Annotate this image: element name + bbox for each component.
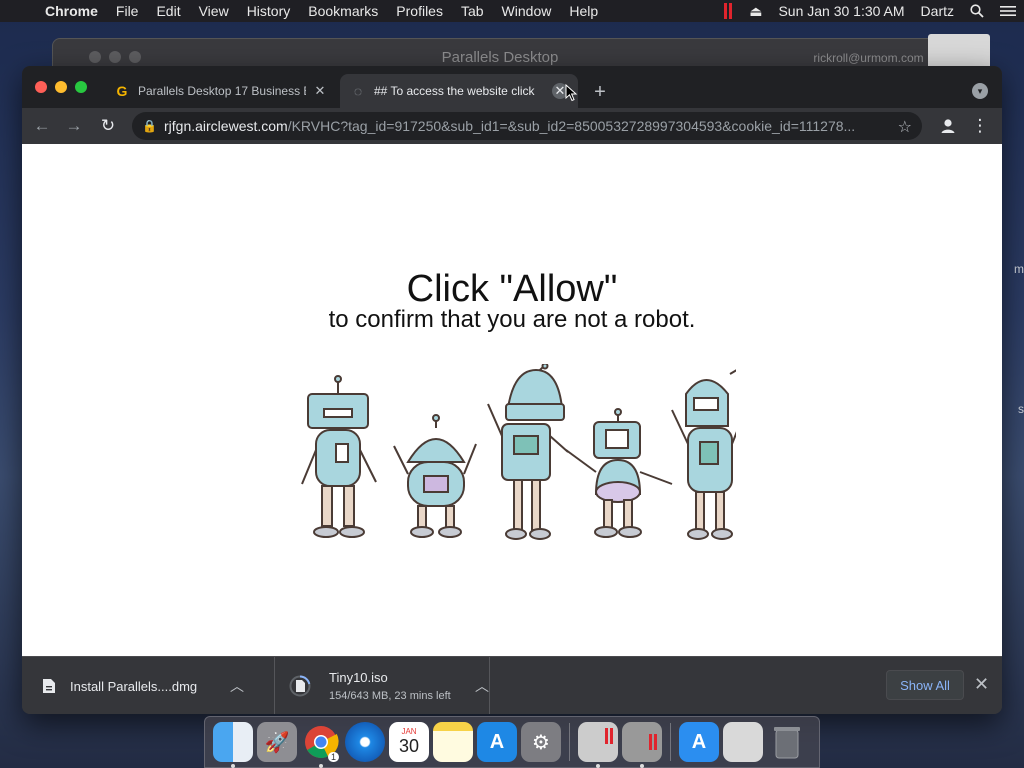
menu-profiles[interactable]: Profiles xyxy=(387,3,452,19)
download-item-parallels[interactable]: Install Parallels....dmg ︿ xyxy=(42,657,256,714)
menubar-clock[interactable]: Sun Jan 30 1:30 AM xyxy=(770,3,912,19)
calendar-month: JAN xyxy=(401,727,417,736)
google-favicon-icon: G xyxy=(116,83,128,99)
parallels-status-icon[interactable] xyxy=(715,3,741,19)
app-store-download-icon[interactable]: A xyxy=(679,722,719,762)
robot-4 xyxy=(565,408,673,538)
download-filename: Tiny10.iso xyxy=(329,670,388,685)
spotlight-search-icon[interactable] xyxy=(962,4,992,18)
show-all-downloads-button[interactable]: Show All xyxy=(886,670,964,700)
menu-tab[interactable]: Tab xyxy=(452,3,493,19)
web-page-content: Click "Allow" to confirm that you are no… xyxy=(22,144,1002,656)
bookmark-star-icon[interactable]: ☆ xyxy=(898,117,912,137)
robots-illustration xyxy=(301,364,736,540)
download-filename: Install Parallels....dmg xyxy=(70,678,198,694)
tab-search-icon[interactable]: ▾ xyxy=(972,83,988,99)
lock-icon[interactable]: 🔒 xyxy=(142,119,164,133)
menu-app-chrome[interactable]: Chrome xyxy=(36,3,107,19)
download-item-tiny10[interactable]: Tiny10.iso 154/643 MB, 23 mins left ︿ xyxy=(274,657,490,714)
parallels-desktop-icon[interactable] xyxy=(622,722,662,768)
menu-edit[interactable]: Edit xyxy=(147,3,189,19)
close-tab-icon[interactable]: ✕ xyxy=(312,83,328,99)
safari-icon[interactable] xyxy=(345,722,385,762)
chrome-menu-kebab-icon[interactable]: ⋮ xyxy=(968,114,992,138)
tab-title: Parallels Desktop 17 Business Edition xyxy=(138,84,306,98)
dock-separator xyxy=(569,723,570,761)
notes-icon[interactable] xyxy=(433,722,473,762)
menu-window[interactable]: Window xyxy=(493,3,561,19)
loading-favicon-icon: ◌ xyxy=(353,83,363,99)
file-icon xyxy=(42,678,56,694)
desktop-label-fragment: m xyxy=(1014,262,1024,276)
menu-help[interactable]: Help xyxy=(560,3,607,19)
parallels-vm-icon[interactable] xyxy=(578,722,618,768)
parallels-account-menu[interactable]: rickroll@urmom.com ⌄ xyxy=(813,51,937,65)
tab-parallels[interactable]: G Parallels Desktop 17 Business Edition … xyxy=(104,74,338,108)
dock-separator xyxy=(670,723,671,761)
desktop-file-thumbnail[interactable] xyxy=(928,34,990,70)
control-center-icon[interactable] xyxy=(992,5,1024,17)
chevron-up-icon[interactable]: ︿ xyxy=(475,676,489,696)
menu-view[interactable]: View xyxy=(190,3,238,19)
robot-1 xyxy=(301,375,377,538)
back-arrow-icon[interactable]: ← xyxy=(30,114,54,138)
minimize-window-button[interactable] xyxy=(55,81,67,93)
url-host: rjfgn.airclewest.com xyxy=(164,118,288,134)
address-bar[interactable]: 🔒 rjfgn.airclewest.com /KRVHC?tag_id=917… xyxy=(132,112,922,140)
menu-history[interactable]: History xyxy=(238,3,300,19)
window-controls xyxy=(35,81,87,93)
desktop-label-fragment: s xyxy=(1018,402,1024,416)
close-window-button[interactable] xyxy=(35,81,47,93)
menu-bookmarks[interactable]: Bookmarks xyxy=(299,3,387,19)
file-icon-with-progress-ring xyxy=(289,675,311,697)
download-shelf: Install Parallels....dmg ︿ Tiny10.iso 15… xyxy=(22,656,1002,714)
calendar-icon[interactable]: JAN 30 xyxy=(389,722,429,762)
robot-5 xyxy=(671,369,736,540)
menu-file[interactable]: File xyxy=(107,3,148,19)
trash-icon[interactable] xyxy=(767,722,807,762)
calendar-day: 30 xyxy=(398,736,420,756)
robot-3 xyxy=(487,364,569,540)
tab-active-robot-page[interactable]: ◌ ## To access the website click ✕ xyxy=(340,74,578,108)
chrome-badge: 1 xyxy=(327,752,339,762)
browser-toolbar: ← → ↻ 🔒 rjfgn.airclewest.com /KRVHC?tag_… xyxy=(22,108,1002,144)
url-path: /KRVHC?tag_id=917250&sub_id1=&sub_id2=85… xyxy=(287,118,856,134)
chevron-up-icon[interactable]: ︿ xyxy=(230,676,244,696)
zoom-window-button[interactable] xyxy=(75,81,87,93)
page-headline: Click "Allow" xyxy=(406,268,618,310)
macos-dock: 🚀 1 JAN 30 A ⚙ A xyxy=(204,716,820,768)
macos-menubar: Chrome File Edit View History Bookmarks … xyxy=(0,0,1024,22)
chrome-window: G Parallels Desktop 17 Business Edition … xyxy=(22,66,1002,714)
document-file-icon[interactable] xyxy=(723,722,763,762)
chrome-icon[interactable]: 1 xyxy=(301,722,341,768)
system-preferences-gear-icon[interactable]: ⚙ xyxy=(521,722,561,762)
mouse-cursor-icon xyxy=(565,84,578,102)
new-tab-button[interactable]: + xyxy=(588,80,612,104)
finder-icon[interactable] xyxy=(213,722,253,768)
download-progress-text: 154/643 MB, 23 mins left xyxy=(329,690,451,702)
app-store-icon[interactable]: A xyxy=(477,722,517,762)
profile-avatar-icon[interactable] xyxy=(936,114,960,138)
reload-icon[interactable]: ↻ xyxy=(96,114,120,138)
menubar-user[interactable]: Dartz xyxy=(913,3,962,19)
tab-title: ## To access the website click xyxy=(374,84,535,98)
page-subheadline: to confirm that you are not a robot. xyxy=(328,306,696,333)
forward-arrow-icon[interactable]: → xyxy=(62,114,86,138)
close-download-shelf-icon[interactable]: ✕ xyxy=(974,674,989,695)
tab-strip: G Parallels Desktop 17 Business Edition … xyxy=(22,66,1002,108)
launchpad-icon[interactable]: 🚀 xyxy=(257,722,297,762)
robot-2 xyxy=(393,414,477,538)
eject-icon[interactable]: ⏏ xyxy=(741,3,770,20)
